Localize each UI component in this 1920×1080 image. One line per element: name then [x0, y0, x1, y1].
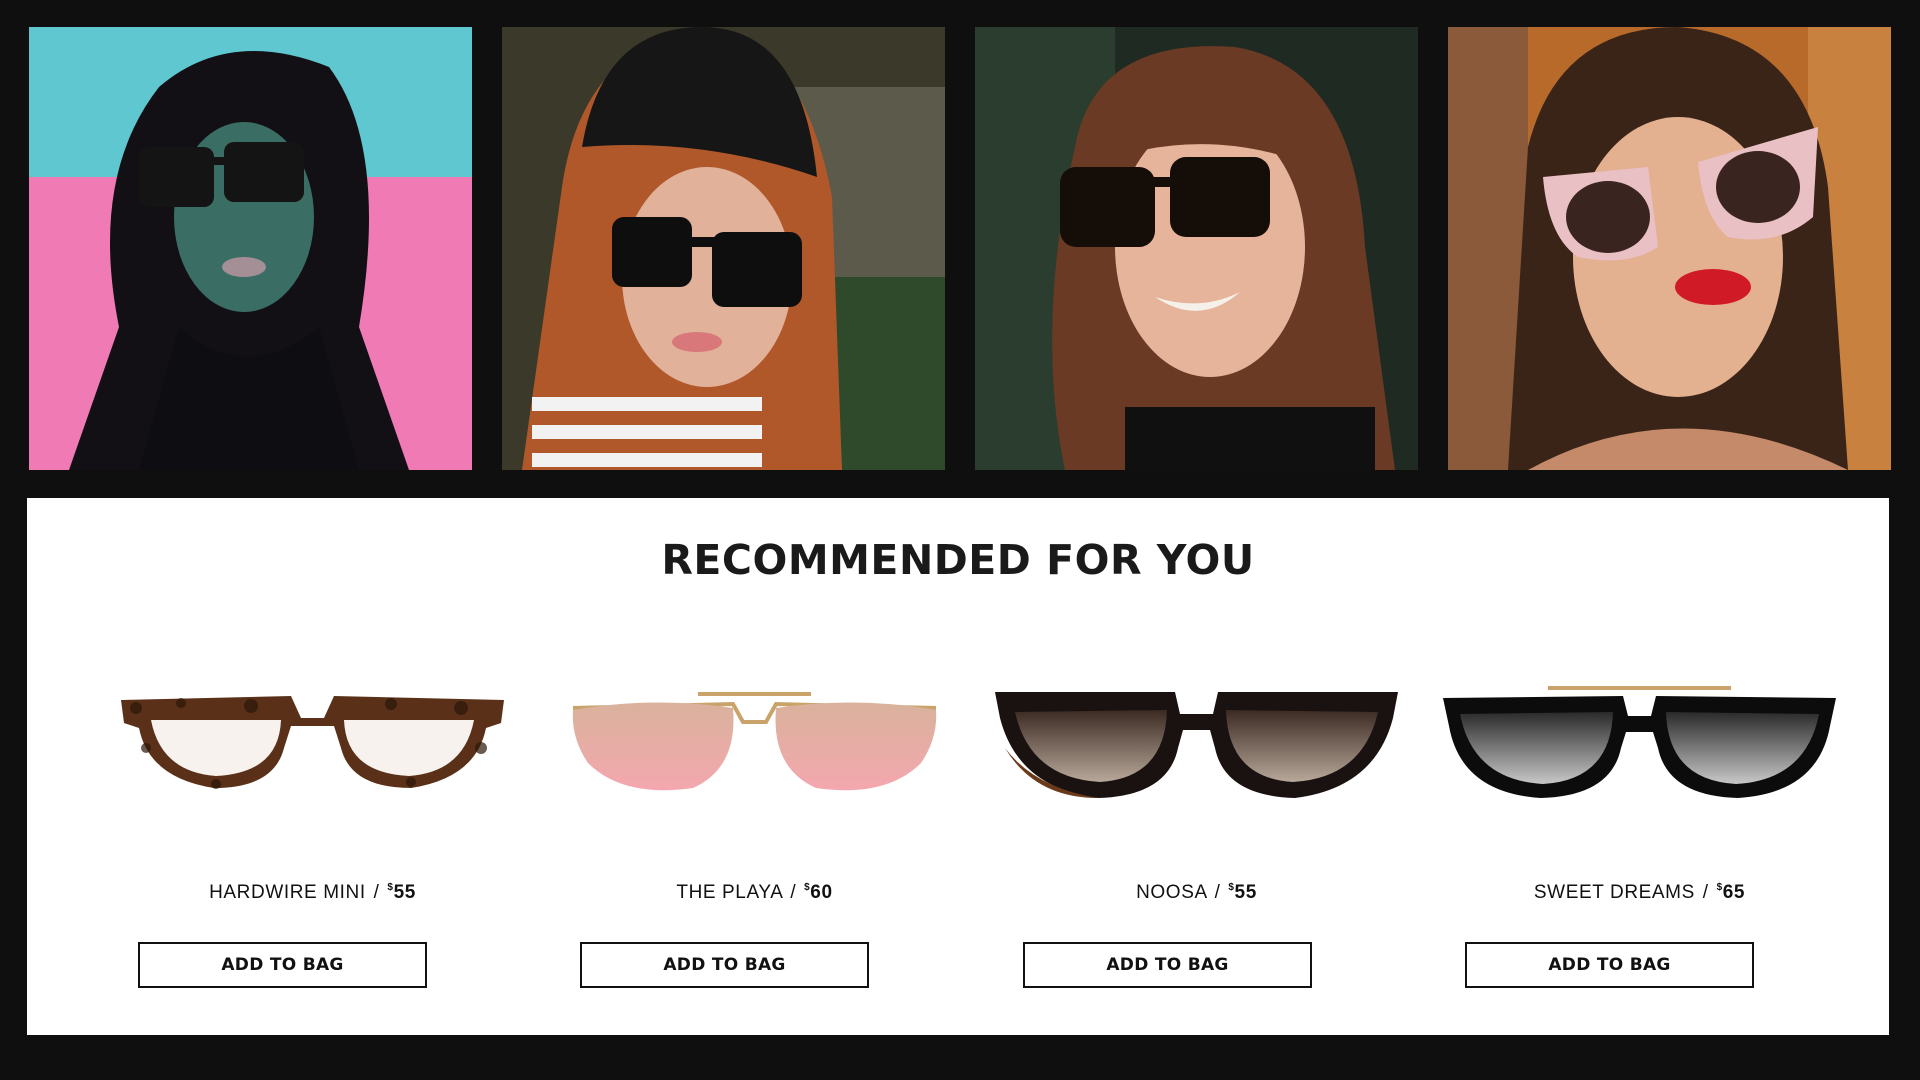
product-price: 60: [810, 882, 833, 903]
add-to-bag-button[interactable]: ADD TO BAG: [138, 942, 427, 988]
product-caption: SWEET DREAMS / $65: [1418, 882, 1861, 904]
product-name: SWEET DREAMS: [1533, 882, 1695, 903]
recommended-panel: RECOMMENDED FOR YOU HARDWIRE MINI / $55 …: [27, 498, 1889, 1035]
product-image[interactable]: [91, 648, 534, 828]
product-name: HARDWIRE MINI: [209, 882, 366, 903]
product-caption: NOOSA / $55: [975, 882, 1418, 904]
add-to-bag-button[interactable]: ADD TO BAG: [1023, 942, 1312, 988]
caption-separator: /: [373, 882, 380, 903]
product-caption: HARDWIRE MINI / $55: [91, 882, 534, 904]
product-price: 55: [393, 882, 416, 903]
caption-separator: /: [790, 882, 797, 903]
caption-separator: /: [1214, 882, 1221, 903]
add-to-bag-button[interactable]: ADD TO BAG: [580, 942, 869, 988]
product-price: 65: [1722, 882, 1746, 903]
model-photo-1-icon: [29, 27, 472, 470]
gallery-photo-2[interactable]: [502, 27, 945, 470]
add-to-bag-button[interactable]: ADD TO BAG: [1465, 942, 1754, 988]
product-image[interactable]: [1418, 648, 1861, 828]
gallery-photo-4[interactable]: [1448, 27, 1891, 470]
tortoise-glasses-icon: [121, 696, 504, 789]
photo-gallery: [29, 27, 1891, 470]
cateye-sunglasses-icon: [995, 692, 1398, 798]
gallery-photo-3[interactable]: [975, 27, 1418, 470]
product-name: NOOSA: [1136, 882, 1207, 903]
square-sunglasses-icon: [1443, 686, 1836, 798]
gallery-photo-1[interactable]: [29, 27, 472, 470]
section-title: RECOMMENDED FOR YOU: [661, 536, 1255, 584]
caption-separator: /: [1702, 882, 1709, 903]
product-image[interactable]: [533, 648, 976, 828]
product-caption: THE PLAYA / $60: [533, 882, 976, 904]
product-price: 55: [1234, 882, 1257, 903]
product-name: THE PLAYA: [676, 882, 783, 903]
aviator-sunglasses-icon: [572, 692, 937, 791]
product-image[interactable]: [975, 648, 1418, 828]
